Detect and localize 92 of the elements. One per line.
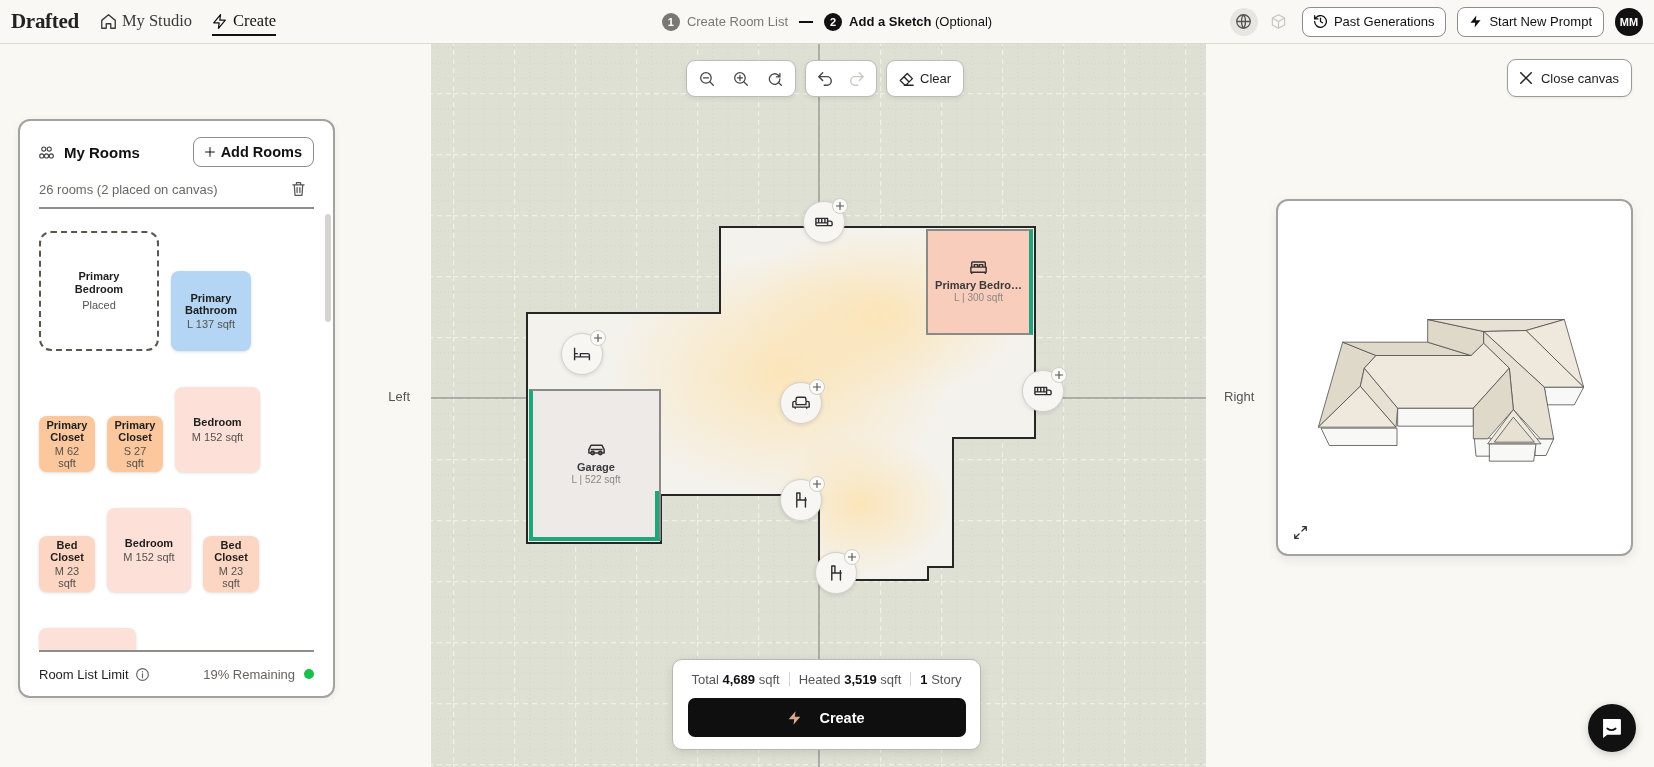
room-name: Bedroom bbox=[124, 536, 174, 549]
history-icon bbox=[1313, 15, 1327, 28]
plus-icon bbox=[813, 383, 821, 391]
room-block[interactable]: Primary Bedro… L | 300 sqft bbox=[926, 229, 1033, 335]
house-model-drawing[interactable] bbox=[1316, 317, 1587, 464]
close-canvas-button[interactable]: Close canvas bbox=[1506, 59, 1632, 97]
stat-text: Total 4,689 sqft bbox=[691, 671, 780, 687]
room-size: M 152 sqft bbox=[191, 430, 244, 443]
room-name: Primary Closet bbox=[114, 418, 156, 443]
cube-icon bbox=[1271, 14, 1287, 29]
plus-icon bbox=[836, 202, 844, 210]
room-size: M 23 sqft bbox=[217, 565, 245, 590]
room-card[interactable]: Bedroom M 152 sqft bbox=[175, 387, 260, 472]
avatar[interactable]: MM bbox=[1615, 7, 1643, 36]
info-icon[interactable] bbox=[135, 667, 149, 681]
clear-button[interactable]: Clear bbox=[886, 60, 965, 97]
close-icon bbox=[1519, 72, 1532, 84]
room-size: L | 300 sqft bbox=[954, 292, 1003, 303]
car-icon bbox=[587, 443, 605, 457]
chair-icon bbox=[830, 565, 842, 581]
step-label[interactable]: Create Room List bbox=[686, 14, 789, 29]
plus-icon bbox=[594, 334, 602, 342]
chat-icon bbox=[1602, 717, 1622, 739]
eraser-icon bbox=[899, 71, 914, 86]
room-card[interactable]: Bedroom M 152 sqft bbox=[107, 508, 191, 592]
chat-button[interactable] bbox=[1588, 704, 1636, 752]
room-card[interactable]: Bed Closet M 23 sqft bbox=[203, 536, 259, 592]
room-size: M 23 sqft bbox=[53, 565, 81, 590]
room-count: 26 rooms (2 placed on canvas) bbox=[39, 181, 218, 197]
bed-icon bbox=[970, 261, 987, 275]
globe-icon bbox=[1236, 14, 1252, 29]
nav-link[interactable]: Create bbox=[212, 7, 277, 36]
plus-icon bbox=[1055, 371, 1063, 379]
plus-icon bbox=[848, 553, 856, 561]
past-generations-button[interactable]: Past Generations bbox=[1301, 6, 1447, 37]
create-button[interactable]: Create bbox=[687, 698, 966, 737]
sofa-icon bbox=[792, 396, 810, 410]
panel-title: My Rooms bbox=[64, 143, 140, 161]
plus-icon bbox=[204, 147, 215, 157]
trash-icon[interactable] bbox=[292, 182, 305, 196]
undo-icon[interactable] bbox=[818, 71, 832, 86]
remaining-text: 19% Remaining bbox=[203, 666, 295, 682]
new-prompt-button[interactable]: Start New Prompt bbox=[1457, 6, 1604, 37]
zoom-in-icon[interactable] bbox=[734, 71, 748, 86]
expand-icon[interactable] bbox=[1294, 526, 1308, 539]
room-name: Primary Closet bbox=[46, 418, 88, 443]
room-name: Primary Bedroom bbox=[73, 270, 125, 297]
plus-icon bbox=[813, 480, 821, 488]
room-size: L | 522 sqft bbox=[571, 474, 621, 485]
home-icon bbox=[100, 13, 116, 29]
room-name: Bedroom bbox=[193, 416, 242, 429]
room-status: Placed bbox=[82, 298, 116, 312]
axis-label: Right bbox=[1224, 389, 1255, 404]
room-card[interactable]: Primary Bathroom L 137 sqft bbox=[171, 271, 251, 351]
refresh-icon[interactable] bbox=[768, 71, 782, 86]
bolt-icon bbox=[788, 709, 802, 726]
logo[interactable]: Drafted bbox=[11, 9, 79, 34]
chair-icon bbox=[795, 492, 807, 508]
circles-icon bbox=[39, 145, 54, 159]
stat-text: Heated 3,519 sqft bbox=[798, 671, 902, 687]
room-card[interactable]: Primary Closet M 62 sqft bbox=[39, 416, 95, 472]
step-label[interactable]: Add a Sketch (Optional) bbox=[849, 14, 993, 29]
couch-icon bbox=[815, 215, 833, 229]
room-name: Primary Bathroom bbox=[184, 291, 238, 317]
room-size: M 62 sqft bbox=[53, 445, 81, 470]
room-card[interactable]: Primary Bedroom Placed bbox=[39, 231, 159, 351]
room-size: L 137 sqft bbox=[187, 318, 235, 331]
room-size: S 27 sqft bbox=[122, 445, 148, 470]
step-number: 1 bbox=[661, 12, 680, 31]
room-name: Primary Bedro… bbox=[935, 279, 1022, 291]
room-name: Bed Closet bbox=[213, 538, 249, 563]
nav-link[interactable]: My Studio bbox=[100, 7, 193, 36]
room-card[interactable]: Primary Closet S 27 sqft bbox=[107, 416, 163, 472]
axis-label: Left bbox=[388, 389, 410, 404]
bed-icon bbox=[573, 347, 591, 361]
step-number: 2 bbox=[824, 12, 843, 31]
room-name: Bed Closet bbox=[49, 538, 85, 563]
couch-icon bbox=[1034, 384, 1052, 398]
room-block[interactable]: Garage L | 522 sqft bbox=[529, 389, 661, 541]
room-size: M 152 sqft bbox=[123, 551, 175, 564]
zoom-out-icon[interactable] bbox=[700, 71, 714, 86]
add-rooms-button[interactable]: Add Rooms bbox=[192, 137, 314, 167]
sketch-canvas[interactable]: Primary Bedro… L | 300 sqft Garage L | 522 sqft Clear Total 4,689 sqft Heated 3,519 sqft 1 Story Create bbox=[431, 44, 1206, 767]
bolt-icon bbox=[1469, 15, 1483, 28]
status-dot-icon bbox=[304, 669, 314, 679]
bolt-icon bbox=[212, 13, 228, 29]
view-toggle-button[interactable] bbox=[1229, 7, 1258, 36]
room-card[interactable]: Bed Closet M 23 sqft bbox=[39, 536, 95, 592]
stat-text: 1 Story bbox=[920, 671, 962, 687]
limit-label: Room List Limit bbox=[39, 666, 129, 682]
room-name: Garage bbox=[577, 461, 615, 473]
scrollbar[interactable] bbox=[325, 214, 331, 322]
